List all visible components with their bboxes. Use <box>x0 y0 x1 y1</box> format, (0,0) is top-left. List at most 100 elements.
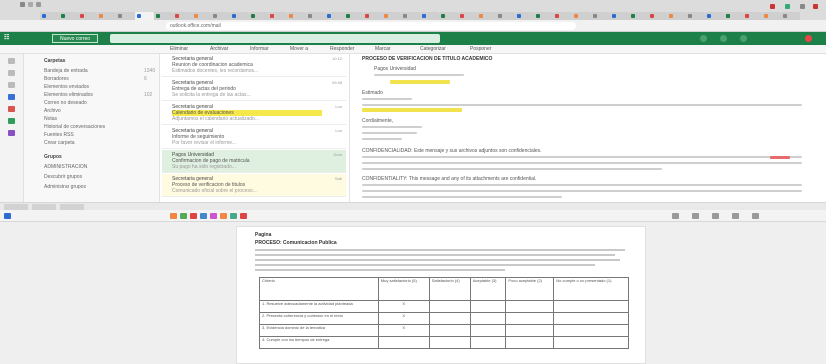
browser-tab[interactable] <box>743 12 762 20</box>
browser-tab[interactable] <box>230 12 249 20</box>
browser-tab[interactable] <box>686 12 705 20</box>
ribbon-item[interactable]: Eliminar <box>170 46 188 53</box>
folder-item[interactable]: Historial de conversaciones <box>44 124 105 131</box>
browser-tab[interactable] <box>268 12 287 20</box>
toolbar-icon[interactable] <box>752 213 759 219</box>
app-icon[interactable] <box>210 213 217 219</box>
app-icon[interactable] <box>190 213 197 219</box>
toolbar-icon[interactable] <box>732 213 739 219</box>
new-mail-button[interactable]: Nuevo correo <box>52 34 98 43</box>
list-item[interactable]: Secretaria general Lun Informe de seguim… <box>162 126 346 149</box>
onenote-icon[interactable] <box>8 130 15 136</box>
folder-item[interactable]: Crear carpeta <box>44 140 75 147</box>
browser-tab[interactable] <box>344 12 363 20</box>
table-cell[interactable] <box>428 324 471 337</box>
browser-tab[interactable] <box>762 12 781 20</box>
browser-tab[interactable] <box>572 12 591 20</box>
word-icon[interactable] <box>4 213 11 219</box>
ribbon-item[interactable]: Posponer <box>470 46 491 53</box>
table-cell[interactable]: X <box>377 300 430 313</box>
browser-tab[interactable] <box>249 12 268 20</box>
browser-tab[interactable] <box>116 12 135 20</box>
browser-tab[interactable] <box>40 12 59 20</box>
browser-tab[interactable] <box>705 12 724 20</box>
table-cell[interactable] <box>553 324 629 337</box>
table-cell[interactable]: 2. Presenta coherencia y cohesion en el … <box>259 312 379 325</box>
folder-item[interactable]: Borradores 6 <box>44 76 147 83</box>
app-icon[interactable] <box>200 213 207 219</box>
table-cell[interactable] <box>469 312 507 325</box>
browser-tab[interactable] <box>591 12 610 20</box>
browser-tab[interactable] <box>553 12 572 20</box>
list-item[interactable]: Secretaria general 09:48 Entrega de acta… <box>162 78 346 101</box>
browser-tab[interactable] <box>192 12 211 20</box>
app-icon[interactable] <box>180 213 187 219</box>
table-cell[interactable] <box>505 324 555 337</box>
ribbon-item[interactable]: Responder <box>330 46 354 53</box>
folder-item[interactable]: Elementos eliminados 102 <box>44 92 152 99</box>
word-icon[interactable] <box>8 94 15 100</box>
ribbon-item[interactable]: Marcar <box>375 46 391 53</box>
browser-tab[interactable] <box>325 12 344 20</box>
browser-tab[interactable] <box>173 12 192 20</box>
list-item[interactable]: Secretaria general Sab Proceso de verifi… <box>162 174 346 197</box>
browser-tab[interactable] <box>781 12 800 20</box>
avatar[interactable] <box>805 35 812 42</box>
table-cell[interactable] <box>377 336 430 349</box>
browser-tab[interactable] <box>515 12 534 20</box>
browser-tab[interactable] <box>97 12 116 20</box>
folder-item[interactable]: Notas <box>44 116 57 123</box>
calendar-icon[interactable] <box>8 70 15 76</box>
table-cell[interactable] <box>469 324 507 337</box>
table-cell[interactable] <box>505 336 555 349</box>
browser-tab[interactable] <box>477 12 496 20</box>
list-item[interactable]: Secretaria general Lun Calendario de eva… <box>162 102 346 125</box>
toolbar-icon[interactable] <box>692 213 699 219</box>
browser-tab[interactable] <box>629 12 648 20</box>
browser-tab[interactable] <box>211 12 230 20</box>
toolbar-icon[interactable] <box>672 213 679 219</box>
list-item-selected[interactable]: Pagos Universidad Dom Confirmacion de pa… <box>162 150 346 173</box>
app-icon[interactable] <box>170 213 177 219</box>
browser-tab[interactable] <box>382 12 401 20</box>
toolbar-icon[interactable] <box>712 213 719 219</box>
folder-item[interactable]: Elementos enviados <box>44 84 89 91</box>
notifications-icon[interactable] <box>740 35 747 42</box>
list-item[interactable]: Secretaria general 10:12 Reunion de coor… <box>162 54 346 77</box>
groups-header[interactable]: Grupos <box>44 154 62 161</box>
window-control-icon[interactable] <box>785 4 790 9</box>
table-cell[interactable] <box>469 300 507 313</box>
back-icon[interactable] <box>20 2 25 7</box>
folder-item[interactable]: ADMINISTRACION <box>44 164 87 171</box>
forward-icon[interactable] <box>28 2 33 7</box>
help-icon[interactable] <box>720 35 727 42</box>
table-cell[interactable] <box>505 300 555 313</box>
browser-tab[interactable] <box>59 12 78 20</box>
browser-tab[interactable] <box>363 12 382 20</box>
people-icon[interactable] <box>8 82 15 88</box>
browser-tab[interactable] <box>610 12 629 20</box>
table-cell[interactable] <box>428 312 471 325</box>
folder-item[interactable]: Bandeja de entrada 1340 <box>44 68 155 75</box>
app-icon[interactable] <box>240 213 247 219</box>
table-cell[interactable] <box>553 336 629 349</box>
table-cell[interactable] <box>428 300 471 313</box>
search-input[interactable] <box>110 34 440 43</box>
folders-header[interactable]: Carpetas <box>44 58 65 65</box>
table-cell[interactable] <box>505 312 555 325</box>
window-control-icon[interactable] <box>770 4 775 9</box>
table-cell[interactable] <box>553 300 629 313</box>
table-cell[interactable] <box>428 336 471 349</box>
browser-tab[interactable] <box>724 12 743 20</box>
reload-icon[interactable] <box>36 2 41 7</box>
browser-tab[interactable] <box>667 12 686 20</box>
app-icon[interactable] <box>220 213 227 219</box>
browser-tab[interactable] <box>287 12 306 20</box>
app-launcher-icon[interactable]: ☷ <box>4 34 32 43</box>
folder-item[interactable]: Archivo <box>44 108 61 115</box>
mail-icon[interactable] <box>8 58 15 64</box>
app-icon[interactable] <box>230 213 237 219</box>
browser-tab[interactable] <box>458 12 477 20</box>
browser-tab[interactable] <box>439 12 458 20</box>
excel-icon[interactable] <box>8 118 15 124</box>
